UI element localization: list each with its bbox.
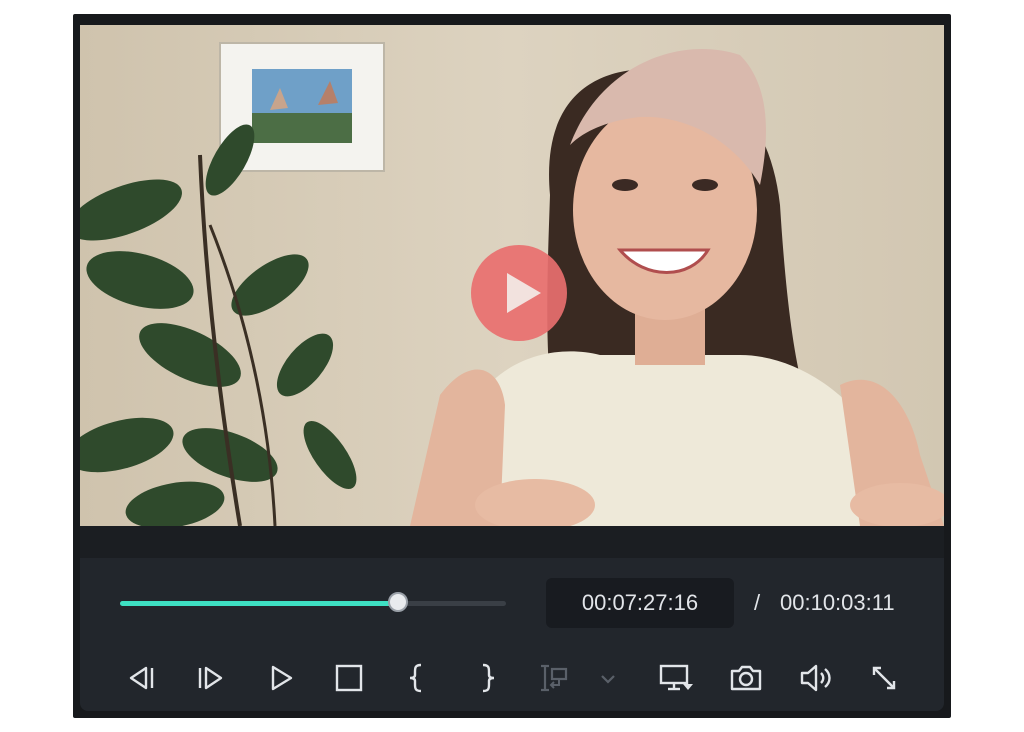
chevron-down-icon xyxy=(601,675,615,684)
play-icon xyxy=(507,273,541,313)
stop-button[interactable] xyxy=(331,660,367,696)
snapshot-button[interactable] xyxy=(728,660,764,696)
video-player: 00:07:27:16 / 00:10:03:11 xyxy=(73,14,951,718)
fullscreen-button[interactable] xyxy=(866,660,902,696)
time-separator: / xyxy=(754,590,761,615)
progress-thumb[interactable] xyxy=(387,592,408,612)
previous-frame-icon xyxy=(129,666,154,690)
playback-controls: 00:07:27:16 / 00:10:03:11 xyxy=(80,558,944,711)
monitor-dropdown-icon xyxy=(659,664,693,691)
video-preview[interactable] xyxy=(80,25,944,526)
mark-in-button[interactable] xyxy=(399,660,435,696)
mark-in-icon xyxy=(409,663,422,693)
play-button[interactable] xyxy=(263,660,299,696)
play-icon xyxy=(271,665,293,691)
insert-clip-button[interactable] xyxy=(536,660,572,696)
current-time[interactable]: 00:07:27:16 xyxy=(546,578,734,628)
insert-options-dropdown[interactable] xyxy=(596,660,620,696)
stop-icon xyxy=(335,664,363,692)
speaker-icon xyxy=(800,664,831,692)
progress-track[interactable] xyxy=(120,592,506,612)
camera-icon xyxy=(730,665,762,691)
next-frame-icon xyxy=(198,666,223,690)
mark-out-button[interactable] xyxy=(469,660,505,696)
expand-icon xyxy=(872,666,896,690)
insert-clip-icon xyxy=(541,664,568,692)
total-time: 00:10:03:11 xyxy=(780,590,895,615)
preview-divider xyxy=(80,526,944,558)
next-frame-button[interactable] xyxy=(192,660,228,696)
volume-button[interactable] xyxy=(798,660,834,696)
progress-fill xyxy=(120,601,398,606)
previous-frame-button[interactable] xyxy=(124,660,160,696)
mark-out-icon xyxy=(482,663,495,693)
display-settings-button[interactable] xyxy=(658,660,694,696)
play-overlay-button[interactable] xyxy=(471,245,567,341)
